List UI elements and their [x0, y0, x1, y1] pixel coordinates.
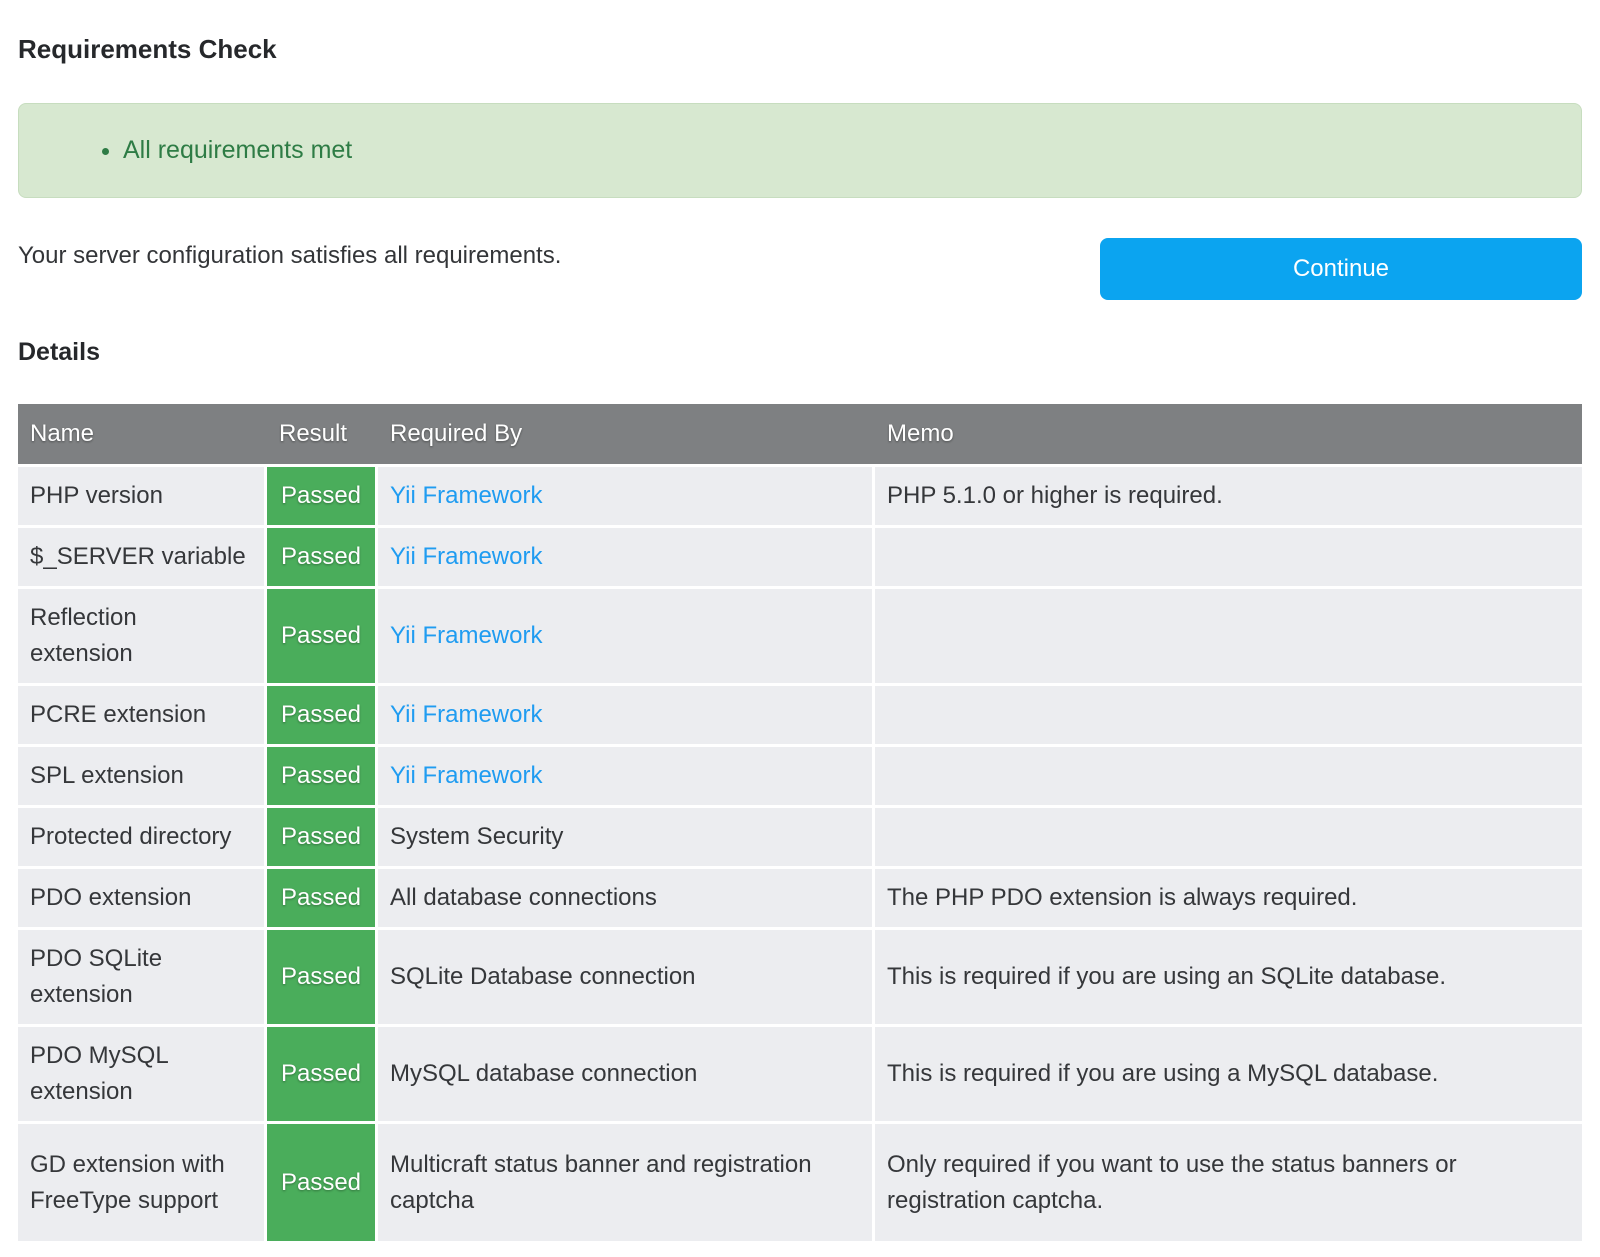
result-badge: Passed [267, 589, 375, 683]
required-by-cell: Yii Framework [378, 747, 872, 805]
result-badge: Passed [267, 467, 375, 525]
result-badge: Passed [267, 930, 375, 1024]
required-by-cell: System Security [378, 808, 872, 866]
required-by-link[interactable]: Yii Framework [390, 758, 542, 794]
required-by-text: Multicraft status banner and registratio… [390, 1147, 812, 1219]
table-header-row: Name Result Required By Memo [18, 404, 1582, 464]
required-by-link[interactable]: Yii Framework [390, 618, 542, 654]
name-cell: SPL extension [18, 747, 264, 805]
result-badge: Passed [267, 808, 375, 866]
table-row: PDO MySQL extension Passed MySQL databas… [18, 1027, 1582, 1121]
required-by-link[interactable]: Yii Framework [390, 478, 542, 514]
result-badge: Passed [267, 528, 375, 586]
required-by-cell: Yii Framework [378, 686, 872, 744]
column-header-memo: Memo [875, 404, 1582, 464]
summary-text: Your server configuration satisfies all … [18, 238, 561, 270]
success-alert: All requirements met [18, 103, 1582, 198]
column-header-name: Name [18, 404, 264, 464]
table-row: Protected directory Passed System Securi… [18, 808, 1582, 866]
details-heading: Details [18, 338, 1582, 367]
result-badge: Passed [267, 747, 375, 805]
name-cell: PHP version [18, 467, 264, 525]
continue-button[interactable]: Continue [1100, 238, 1582, 300]
memo-cell: The PHP PDO extension is always required… [875, 869, 1582, 927]
required-by-cell: Yii Framework [378, 528, 872, 586]
memo-cell [875, 747, 1582, 805]
result-badge: Passed [267, 1027, 375, 1121]
memo-cell: Only required if you want to use the sta… [875, 1124, 1582, 1241]
table-row: PCRE extension Passed Yii Framework [18, 686, 1582, 744]
name-cell: Protected directory [18, 808, 264, 866]
required-by-cell: Multicraft status banner and registratio… [378, 1124, 872, 1241]
name-cell: PCRE extension [18, 686, 264, 744]
required-by-cell: All database connections [378, 869, 872, 927]
result-badge: Passed [267, 869, 375, 927]
result-badge: Passed [267, 686, 375, 744]
name-cell: Reflection extension [18, 589, 264, 683]
memo-cell [875, 589, 1582, 683]
summary-row: Your server configuration satisfies all … [18, 238, 1582, 300]
table-row: Reflection extension Passed Yii Framewor… [18, 589, 1582, 683]
table-row: PDO extension Passed All database connec… [18, 869, 1582, 927]
memo-cell [875, 686, 1582, 744]
result-badge: Passed [267, 1124, 375, 1241]
memo-cell: This is required if you are using a MySQ… [875, 1027, 1582, 1121]
required-by-text: System Security [390, 819, 563, 855]
page-title: Requirements Check [18, 34, 1582, 64]
table-row: PDO SQLite extension Passed SQLite Datab… [18, 930, 1582, 1024]
table-row: GD extension with FreeType support Passe… [18, 1124, 1582, 1241]
memo-cell: PHP 5.1.0 or higher is required. [875, 467, 1582, 525]
column-header-result: Result [267, 404, 375, 464]
required-by-link[interactable]: Yii Framework [390, 539, 542, 575]
required-by-cell: Yii Framework [378, 467, 872, 525]
name-cell: PDO SQLite extension [18, 930, 264, 1024]
required-by-cell: Yii Framework [378, 589, 872, 683]
name-cell: GD extension with FreeType support [18, 1124, 264, 1241]
required-by-link[interactable]: Yii Framework [390, 697, 542, 733]
name-cell: PDO extension [18, 869, 264, 927]
required-by-text: MySQL database connection [390, 1056, 697, 1092]
column-header-required-by: Required By [378, 404, 872, 464]
table-row: SPL extension Passed Yii Framework [18, 747, 1582, 805]
requirements-check-page: Requirements Check All requirements met … [18, 34, 1582, 1257]
required-by-cell: SQLite Database connection [378, 930, 872, 1024]
memo-cell: This is required if you are using an SQL… [875, 930, 1582, 1024]
memo-cell [875, 528, 1582, 586]
table-row: PHP version Passed Yii Framework PHP 5.1… [18, 467, 1582, 525]
alert-message-list: All requirements met [19, 136, 1581, 165]
required-by-text: All database connections [390, 880, 657, 916]
memo-cell [875, 808, 1582, 866]
alert-message: All requirements met [123, 136, 1581, 165]
name-cell: $_SERVER variable [18, 528, 264, 586]
table-body: PHP version Passed Yii Framework PHP 5.1… [18, 467, 1582, 1241]
required-by-text: SQLite Database connection [390, 959, 696, 995]
table-row: $_SERVER variable Passed Yii Framework [18, 528, 1582, 586]
requirements-table: Name Result Required By Memo PHP version… [18, 404, 1582, 1241]
name-cell: PDO MySQL extension [18, 1027, 264, 1121]
required-by-cell: MySQL database connection [378, 1027, 872, 1121]
